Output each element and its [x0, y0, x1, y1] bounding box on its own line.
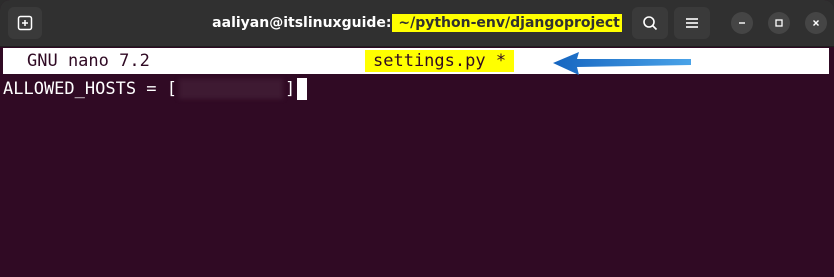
title-path: ~/python-env/djangoproject — [391, 14, 622, 32]
minimize-icon — [739, 22, 745, 24]
new-tab-icon — [17, 15, 33, 31]
minimize-button[interactable] — [731, 12, 753, 34]
editor-line[interactable]: ALLOWED_HOSTS = [] — [3, 77, 308, 101]
search-icon — [643, 16, 658, 31]
maximize-button[interactable] — [768, 12, 790, 34]
terminal-content[interactable]: GNU nano 7.2 settings.py * ALLOWED_HOSTS… — [0, 46, 834, 277]
menu-button[interactable] — [674, 7, 710, 39]
close-button[interactable] — [805, 12, 827, 34]
nano-version: GNU nano 7.2 — [27, 51, 150, 71]
title-bar: aaliyan@itslinuxguide: ~/python-env/djan… — [0, 0, 834, 47]
maximize-icon — [775, 19, 783, 27]
search-button[interactable] — [632, 7, 668, 39]
terminal-window: aaliyan@itslinuxguide: ~/python-env/djan… — [0, 0, 834, 277]
title-host: aaliyan@itslinuxguide: — [212, 15, 392, 31]
redacted-value — [179, 79, 283, 99]
line-suffix: ] — [285, 79, 296, 99]
close-icon — [813, 20, 819, 26]
new-tab-button[interactable] — [8, 7, 42, 39]
line-prefix: ALLOWED_HOSTS = [ — [3, 79, 177, 99]
nano-header-bar: GNU nano 7.2 settings.py * — [3, 48, 829, 75]
annotation-arrow-icon — [553, 52, 691, 75]
nano-filename: settings.py * — [365, 50, 515, 72]
hamburger-menu-icon — [686, 18, 698, 28]
text-cursor — [297, 78, 308, 100]
